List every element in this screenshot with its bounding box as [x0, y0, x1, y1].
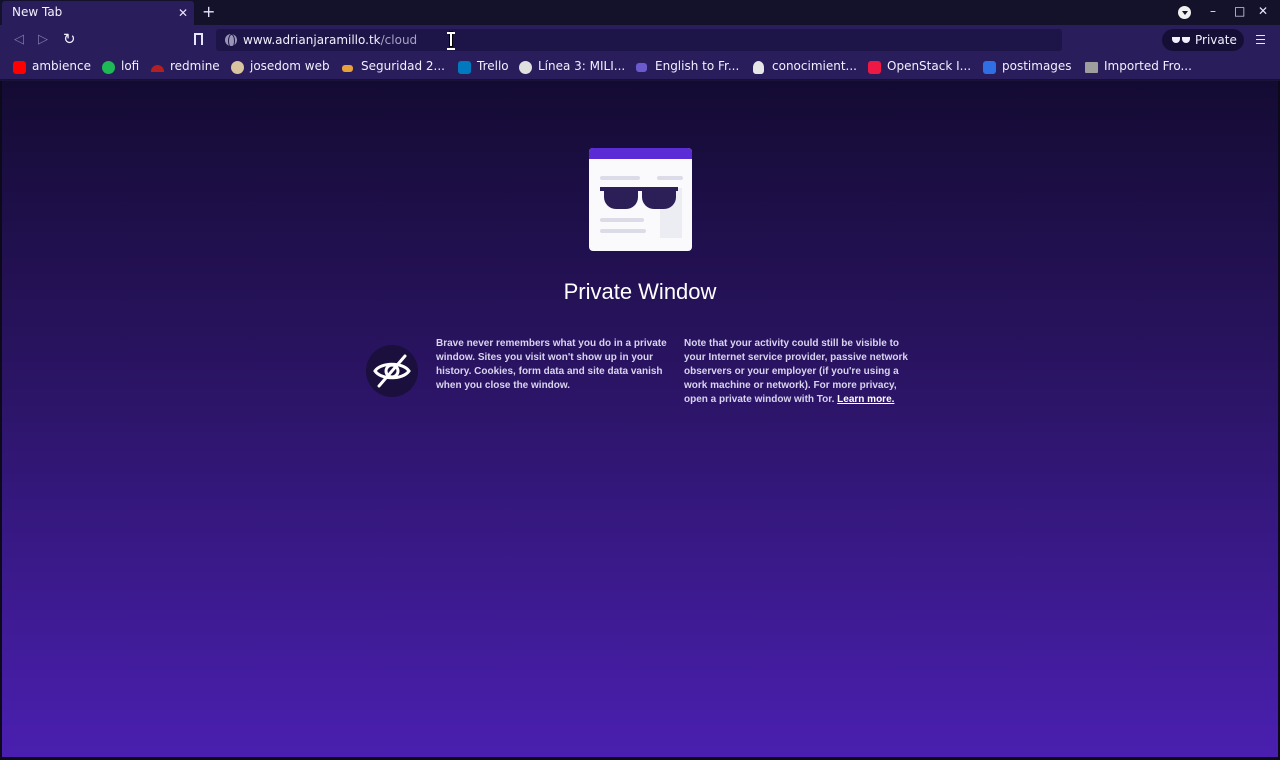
private-window-badge[interactable]: Private: [1162, 29, 1244, 51]
minimize-button[interactable]: –: [1210, 3, 1216, 19]
url-text[interactable]: www.adrianjaramillo.tk/cloud: [243, 33, 417, 47]
private-info-text: Brave never remembers what you do in a p…: [436, 338, 667, 391]
bookmark-label: lofi: [121, 59, 140, 73]
trello-icon: [458, 61, 471, 74]
private-label: Private: [1195, 33, 1237, 47]
bookmark-label: redmine: [170, 59, 220, 73]
maximize-button[interactable]: □: [1234, 3, 1245, 19]
hamburger-menu-icon[interactable]: [1256, 35, 1265, 44]
bookmark-label: Seguridad 2...: [361, 59, 445, 73]
new-tab-button[interactable]: +: [202, 3, 215, 21]
folder-icon: [1085, 62, 1098, 73]
tab-title: New Tab: [12, 5, 63, 19]
sunglasses-icon: [1172, 37, 1190, 43]
url-path: /cloud: [380, 33, 418, 47]
redmine-icon: [151, 65, 164, 72]
tab-strip: New Tab ✕ + – □ ✕: [0, 0, 1280, 25]
page-title: Private Window: [563, 279, 717, 304]
back-button[interactable]: ◁: [14, 32, 24, 48]
bookmark-label: postimages: [1002, 59, 1072, 73]
text-cursor-icon: [447, 31, 455, 50]
globe-icon: [519, 61, 532, 74]
toolbar: ◁ ▷ ↻ www.adrianjaramillo.tk/cloud Priva…: [0, 25, 1280, 55]
eye-off-icon: [373, 354, 411, 388]
reload-button[interactable]: ↻: [63, 31, 76, 47]
address-bar[interactable]: www.adrianjaramillo.tk/cloud: [216, 29, 1062, 51]
postimages-icon: [983, 61, 996, 74]
spotify-icon: [102, 61, 115, 74]
tab-new-tab[interactable]: New Tab ✕: [2, 1, 194, 25]
site-info-icon[interactable]: [225, 34, 237, 48]
illustration-line: [657, 176, 683, 180]
forward-button[interactable]: ▷: [38, 32, 48, 48]
seguridad-icon: [342, 65, 353, 72]
close-window-button[interactable]: ✕: [1258, 3, 1268, 19]
bookmark-label: Línea 3: MILI...: [538, 59, 626, 73]
bookmark-label: ambience: [32, 59, 91, 73]
eye-off-icon-container: [366, 345, 418, 397]
bookmark-label: josedom web: [250, 59, 330, 73]
bookmark-label: conocimient...: [772, 59, 857, 73]
illustration-line: [600, 229, 646, 233]
bookmarks-bar: ambience lofi redmine josedom web Seguri…: [0, 55, 1280, 80]
sunglasses-lens: [604, 187, 638, 209]
learn-more-link[interactable]: Learn more.: [837, 394, 894, 405]
illustration-line: [600, 176, 640, 180]
tab-close-icon[interactable]: ✕: [178, 5, 188, 21]
url-host: www.adrianjaramillo.tk: [243, 33, 381, 47]
sunglasses-lens: [642, 187, 676, 209]
privacy-note-text: Note that your activity could still be v…: [684, 337, 920, 407]
translate-icon: [636, 63, 647, 72]
bookmark-page-icon[interactable]: [194, 33, 203, 49]
bookmark-label: OpenStack I...: [887, 59, 972, 73]
private-browser-illustration: [589, 148, 692, 251]
bookmark-label: Imported Fro...: [1104, 59, 1192, 73]
openstack-icon: [868, 61, 881, 74]
sunglasses-icon: [600, 187, 678, 211]
profile-menu-icon[interactable]: [1178, 6, 1191, 19]
private-window-page: Private Window Brave never remembers wha…: [2, 81, 1278, 757]
illustration-title-bar: [589, 148, 692, 159]
bookmark-label: English to Fr...: [655, 59, 740, 73]
avatar-icon: [231, 61, 244, 74]
bookmark-label: Trello: [477, 59, 509, 73]
window-border: [0, 81, 2, 760]
illustration-line: [600, 218, 644, 222]
youtube-icon: [13, 61, 26, 74]
linux-icon: [753, 61, 764, 74]
